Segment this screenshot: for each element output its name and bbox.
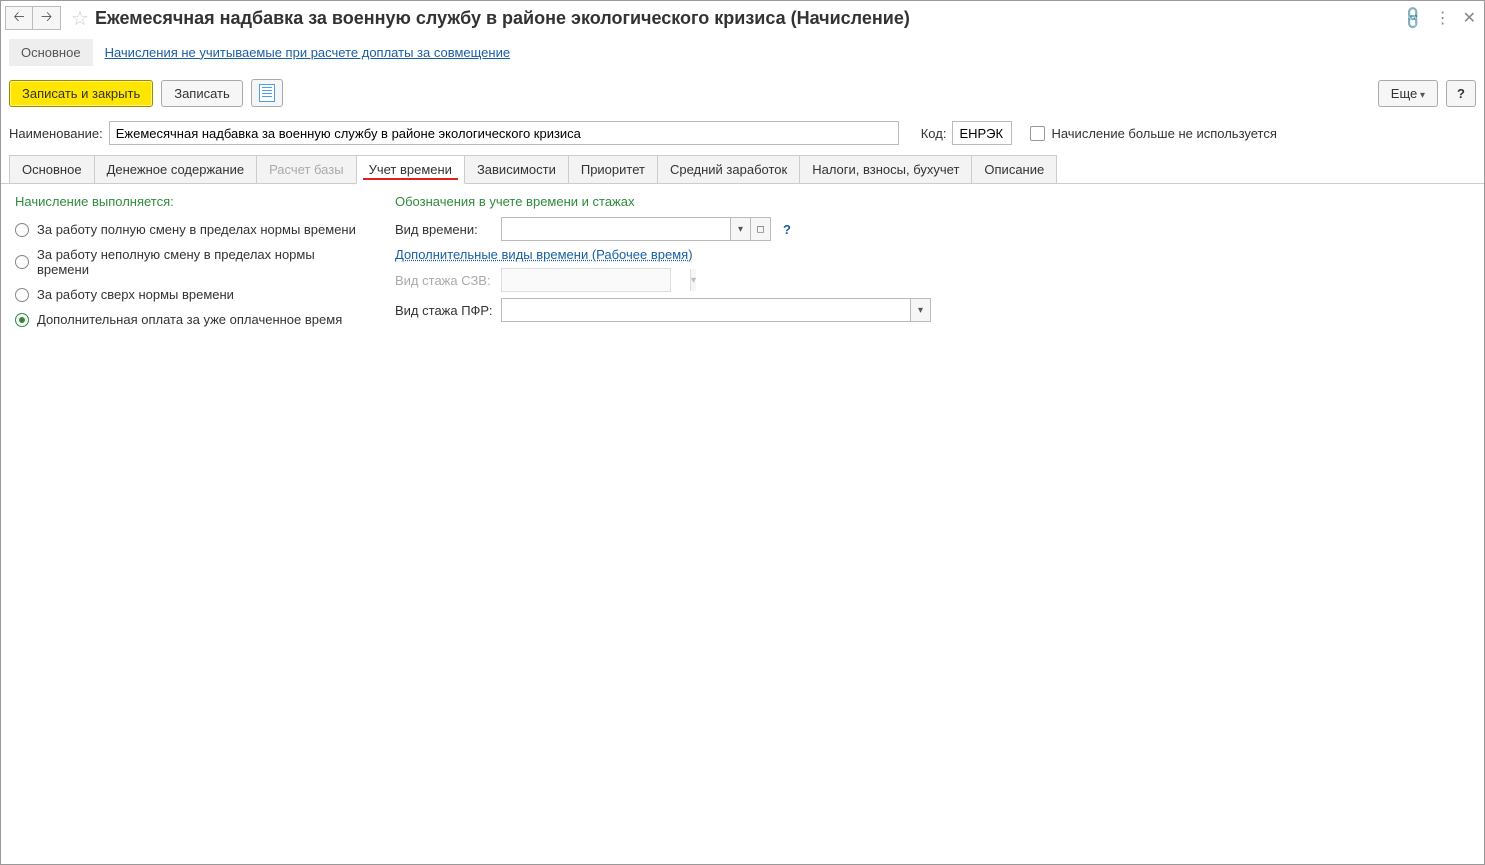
code-input[interactable] [952, 121, 1012, 145]
kebab-icon[interactable]: ⋮ [1435, 8, 1451, 28]
right-group-title: Обозначения в учете времени и стажах [395, 194, 1470, 209]
row-pfr: Вид стажа ПФР: ▾ [395, 298, 1470, 322]
help-button[interactable]: ? [1446, 80, 1476, 107]
tab-raschet-bazy[interactable]: Расчет базы [256, 155, 357, 183]
radio-full-shift[interactable]: За работу полную смену в пределах нормы … [15, 217, 365, 242]
radio-additional-pay[interactable]: Дополнительная оплата за уже оплаченное … [15, 307, 365, 332]
sub-navigation: Основное Начисления не учитываемые при р… [1, 35, 1484, 69]
subnav-main[interactable]: Основное [9, 39, 93, 66]
tab-prioritet[interactable]: Приоритет [568, 155, 658, 183]
code-label: Код: [921, 126, 947, 141]
titlebar-actions: 🔗 ⋮ ✕ [1403, 8, 1476, 28]
left-column: Начисление выполняется: За работу полную… [15, 194, 365, 332]
save-button[interactable]: Записать [161, 80, 243, 107]
name-input[interactable] [109, 121, 899, 145]
not-used-checkbox[interactable] [1030, 126, 1045, 141]
tab-opisanie[interactable]: Описание [971, 155, 1057, 183]
radio-label: За работу полную смену в пределах нормы … [37, 222, 356, 237]
forward-button[interactable]: 🡢 [33, 6, 61, 30]
tab-zavisimosti[interactable]: Зависимости [464, 155, 569, 183]
szv-combo: ▾ [501, 268, 671, 292]
app-window: 🡠 🡢 ☆ Ежемесячная надбавка за военную сл… [0, 0, 1485, 865]
time-type-combo[interactable]: ▾ ◻ [501, 217, 771, 241]
radio-label: За работу неполную смену в пределах норм… [37, 247, 365, 277]
radio-icon [15, 288, 29, 302]
toolbar: Записать и закрыть Записать Еще ? [1, 69, 1484, 117]
dropdown-icon[interactable]: ▾ [730, 218, 750, 240]
tabs: Основное Денежное содержание Расчет базы… [1, 155, 1484, 184]
time-type-input[interactable] [502, 218, 730, 240]
pfr-input[interactable] [502, 299, 910, 321]
time-type-label: Вид времени: [395, 222, 495, 237]
row-time-type: Вид времени: ▾ ◻ ? [395, 217, 1470, 241]
titlebar: 🡠 🡢 ☆ Ежемесячная надбавка за военную сл… [1, 1, 1484, 35]
save-and-close-button[interactable]: Записать и закрыть [9, 80, 153, 107]
star-icon[interactable]: ☆ [71, 6, 89, 31]
right-column: Обозначения в учете времени и стажах Вид… [395, 194, 1470, 332]
close-icon[interactable]: ✕ [1463, 8, 1476, 28]
report-button[interactable] [251, 79, 283, 107]
name-code-row: Наименование: Код: Начисление больше не … [1, 117, 1484, 153]
dropdown-icon: ▾ [690, 269, 696, 291]
window-title: Ежемесячная надбавка за военную службу в… [95, 8, 1403, 29]
tab-nalogi[interactable]: Налоги, взносы, бухучет [799, 155, 972, 183]
radio-label: Дополнительная оплата за уже оплаченное … [37, 312, 342, 327]
tab-content: Начисление выполняется: За работу полную… [1, 184, 1484, 342]
tab-denezhnoe[interactable]: Денежное содержание [94, 155, 257, 183]
pfr-label: Вид стажа ПФР: [395, 303, 495, 318]
radio-icon [15, 313, 29, 327]
open-icon[interactable]: ◻ [750, 218, 770, 240]
name-label: Наименование: [9, 126, 103, 141]
more-button[interactable]: Еще [1378, 80, 1438, 107]
dropdown-icon[interactable]: ▾ [910, 299, 930, 321]
not-used-label: Начисление больше не используется [1051, 126, 1276, 141]
radio-overtime[interactable]: За работу сверх нормы времени [15, 282, 365, 307]
row-extra-types-link: Дополнительные виды времени (Рабочее вре… [395, 247, 1470, 262]
subnav-link-exclusions[interactable]: Начисления не учитываемые при расчете до… [93, 39, 523, 66]
radio-partial-shift[interactable]: За работу неполную смену в пределах норм… [15, 242, 365, 282]
link-icon[interactable]: 🔗 [1403, 8, 1423, 28]
szv-label: Вид стажа СЗВ: [395, 273, 495, 288]
radio-icon [15, 223, 29, 237]
back-button[interactable]: 🡠 [5, 6, 33, 30]
radio-label: За работу сверх нормы времени [37, 287, 234, 302]
radio-icon [15, 255, 29, 269]
extra-time-types-link[interactable]: Дополнительные виды времени (Рабочее вре… [395, 247, 693, 262]
tab-uchet-vremeni[interactable]: Учет времени [356, 155, 465, 184]
help-icon[interactable]: ? [783, 222, 791, 237]
tab-osnovnoe[interactable]: Основное [9, 155, 95, 183]
row-szv: Вид стажа СЗВ: ▾ [395, 268, 1470, 292]
report-icon [259, 84, 275, 102]
pfr-combo[interactable]: ▾ [501, 298, 931, 322]
left-group-title: Начисление выполняется: [15, 194, 365, 209]
szv-input [502, 269, 690, 291]
tab-sredniy-zarabotok[interactable]: Средний заработок [657, 155, 800, 183]
